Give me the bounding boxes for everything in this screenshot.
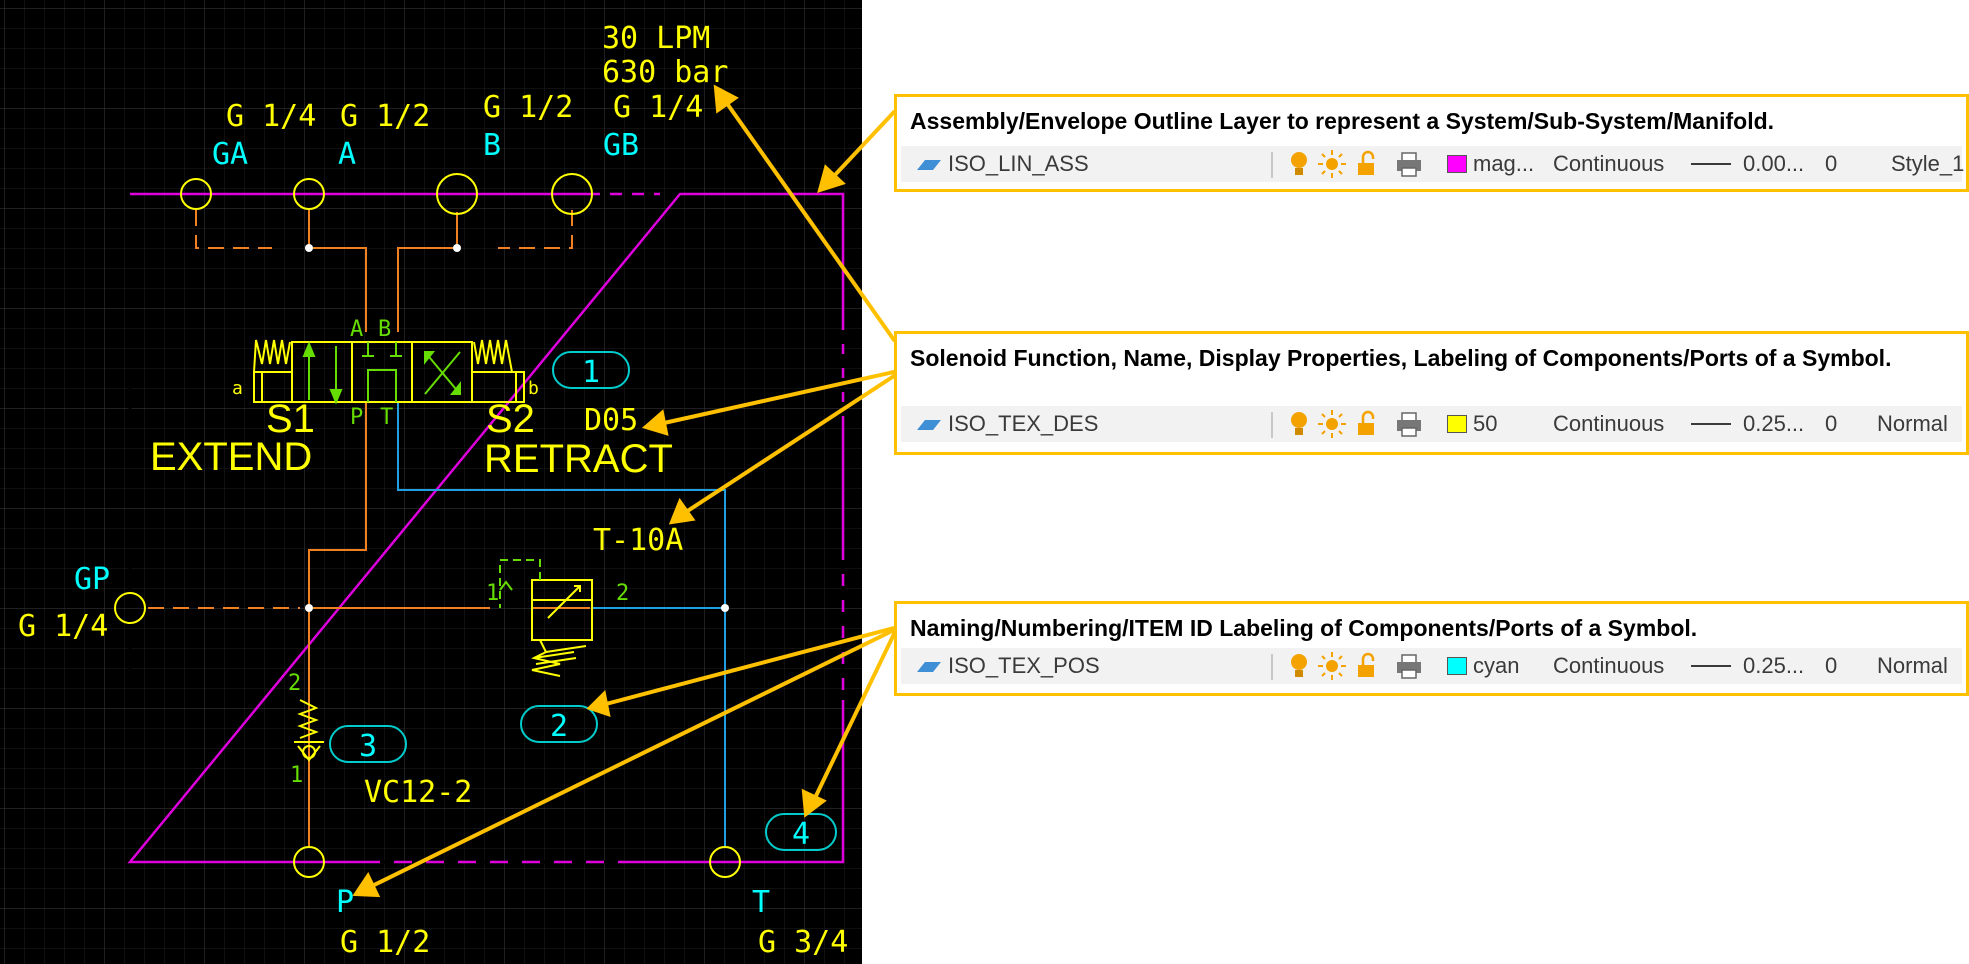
printer-icon[interactable] bbox=[1391, 146, 1427, 182]
printer-icon[interactable] bbox=[1391, 406, 1427, 442]
port-gb-size: G 1/4 bbox=[613, 90, 703, 125]
column-separator bbox=[1271, 654, 1273, 680]
port-gp-size: G 1/4 bbox=[18, 609, 108, 644]
layer-transparency[interactable]: 0 bbox=[1825, 406, 1837, 442]
item-id-3: 3 bbox=[359, 729, 377, 764]
layer-color-name: mag... bbox=[1473, 151, 1535, 176]
valve-port-t: T bbox=[380, 405, 393, 430]
layer-icon bbox=[917, 662, 941, 672]
layer-plot-style[interactable]: Normal bbox=[1877, 648, 1948, 684]
layer-row-iso-lin-ass[interactable]: ISO_LIN_ASS mag... Continuous 0.00... 0 … bbox=[901, 146, 1964, 182]
check-port-top: 2 bbox=[288, 671, 301, 696]
column-separator bbox=[1271, 412, 1273, 438]
item-id-1: 1 bbox=[582, 355, 600, 390]
lineweight-preview bbox=[1691, 665, 1731, 667]
lightbulb-on-icon[interactable] bbox=[1281, 648, 1317, 684]
layer-icon bbox=[917, 160, 941, 170]
lightbulb-on-icon[interactable] bbox=[1281, 406, 1317, 442]
port-ga-size: G 1/4 bbox=[226, 99, 316, 134]
port-p-size: G 1/2 bbox=[340, 925, 430, 960]
layer-icon bbox=[917, 420, 941, 430]
valve-port-a: A bbox=[350, 317, 363, 342]
valve-port-b: B bbox=[378, 317, 391, 342]
layer-plot-style[interactable]: Style_1 bbox=[1891, 146, 1964, 182]
port-a-size: G 1/2 bbox=[340, 99, 430, 134]
port-p-name: P bbox=[336, 885, 354, 920]
callout-description-layer: Solenoid Function, Name, Display Propert… bbox=[894, 331, 1969, 455]
port-gb-name: GB bbox=[603, 128, 639, 163]
layer-name: ISO_TEX_POS bbox=[948, 653, 1100, 678]
layer-linetype[interactable]: Continuous bbox=[1553, 146, 1664, 182]
sun-thaw-icon[interactable] bbox=[1314, 146, 1350, 182]
layer-plot-style[interactable]: Normal bbox=[1877, 406, 1948, 442]
solenoid-s2-function: RETRACT bbox=[484, 437, 673, 481]
sun-thaw-icon[interactable] bbox=[1314, 648, 1350, 684]
hydraulic-schematic: 30 LPM 630 bar G 1/4 G 1/2 G 1/2 G 1/4 T… bbox=[0, 0, 862, 964]
layer-color-name: cyan bbox=[1473, 653, 1520, 678]
layer-linetype[interactable]: Continuous bbox=[1553, 648, 1664, 684]
callout-title: Naming/Numbering/ITEM ID Labeling of Com… bbox=[910, 615, 1698, 641]
check-valve-model: VC12-2 bbox=[364, 775, 472, 810]
port-t-size: G 3/4 bbox=[758, 925, 848, 960]
layer-lineweight[interactable]: 0.00... bbox=[1743, 146, 1804, 182]
sun-thaw-icon[interactable] bbox=[1314, 406, 1350, 442]
port-a-name: A bbox=[338, 137, 356, 172]
lineweight-preview bbox=[1691, 423, 1731, 425]
solenoid-s1-function: EXTEND bbox=[150, 435, 312, 479]
callout-title: Assembly/Envelope Outline Layer to repre… bbox=[910, 108, 1775, 134]
solenoid-s2-name: S2 bbox=[486, 397, 535, 441]
solenoid-a-label: a bbox=[232, 378, 243, 399]
grid-major bbox=[0, 0, 862, 964]
relief-valve-model: T-10A bbox=[593, 523, 683, 558]
layer-lineweight[interactable]: 0.25... bbox=[1743, 648, 1804, 684]
relief-port-out: 2 bbox=[616, 581, 629, 606]
unlocked-padlock-icon[interactable] bbox=[1349, 648, 1385, 684]
lineweight-preview bbox=[1691, 163, 1731, 165]
check-port-bottom: 1 bbox=[290, 763, 303, 788]
layer-color-name: 50 bbox=[1473, 411, 1498, 436]
unlocked-padlock-icon[interactable] bbox=[1349, 146, 1385, 182]
layer-color-swatch[interactable] bbox=[1447, 155, 1467, 173]
solenoid-b-label: b bbox=[528, 378, 539, 399]
layer-lineweight[interactable]: 0.25... bbox=[1743, 406, 1804, 442]
callout-assembly-layer: Assembly/Envelope Outline Layer to repre… bbox=[894, 94, 1969, 192]
layer-transparency[interactable]: 0 bbox=[1825, 146, 1837, 182]
unlocked-padlock-icon[interactable] bbox=[1349, 406, 1385, 442]
valve-port-p: P bbox=[350, 405, 363, 430]
layer-name: ISO_TEX_DES bbox=[948, 411, 1099, 436]
layer-color-swatch[interactable] bbox=[1447, 415, 1467, 433]
callout-title: Solenoid Function, Name, Display Propert… bbox=[910, 345, 1892, 371]
callout-position-layer: Naming/Numbering/ITEM ID Labeling of Com… bbox=[894, 601, 1969, 696]
port-ga-name: GA bbox=[212, 137, 248, 172]
flow-rating-label: 30 LPM bbox=[602, 21, 710, 56]
port-b-name: B bbox=[483, 128, 501, 163]
lightbulb-on-icon[interactable] bbox=[1281, 146, 1317, 182]
item-id-4: 4 bbox=[792, 817, 810, 852]
item-id-2: 2 bbox=[550, 709, 568, 744]
port-t-name: T bbox=[752, 885, 770, 920]
printer-icon[interactable] bbox=[1391, 648, 1427, 684]
pressure-rating-label: 630 bar bbox=[602, 55, 728, 90]
layer-color-swatch[interactable] bbox=[1447, 657, 1467, 675]
layer-linetype[interactable]: Continuous bbox=[1553, 406, 1664, 442]
column-separator bbox=[1271, 152, 1273, 178]
layer-row-iso-tex-des[interactable]: ISO_TEX_DES 50 Continuous 0.25... 0 Norm… bbox=[901, 406, 1962, 442]
valve-model-label: D05 bbox=[584, 403, 638, 438]
layer-transparency[interactable]: 0 bbox=[1825, 648, 1837, 684]
layer-row-iso-tex-pos[interactable]: ISO_TEX_POS cyan Continuous 0.25... 0 No… bbox=[901, 648, 1962, 684]
cad-drawing-area[interactable]: 30 LPM 630 bar G 1/4 G 1/2 G 1/2 G 1/4 T… bbox=[0, 0, 862, 964]
layer-name: ISO_LIN_ASS bbox=[948, 151, 1089, 176]
port-gp-name: GP bbox=[74, 562, 110, 597]
port-b-size: G 1/2 bbox=[483, 90, 573, 125]
relief-port-in: 1 bbox=[486, 581, 499, 606]
